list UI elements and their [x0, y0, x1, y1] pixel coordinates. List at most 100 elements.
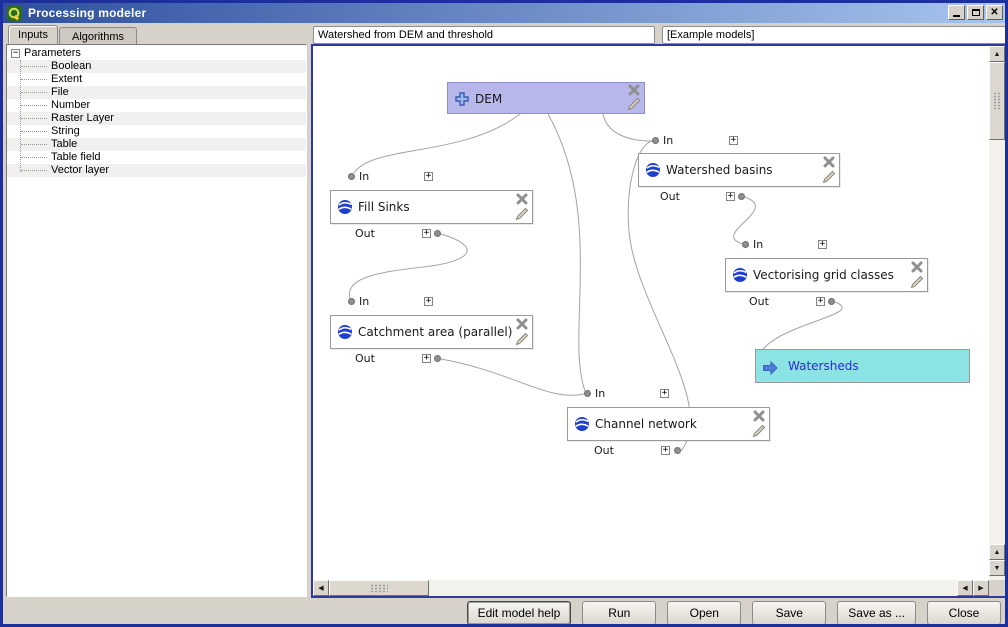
channel-network-node[interactable]: Channel network — [567, 407, 770, 441]
v-scroll-thumb[interactable] — [989, 62, 1005, 140]
v-scroll-down-button[interactable]: ▼ — [989, 560, 1005, 576]
thumb-grip — [370, 584, 388, 593]
dialog-close-button[interactable]: Close — [927, 601, 1001, 625]
h-scroll-left-button[interactable]: ◀ — [313, 580, 329, 596]
run-button[interactable]: Run — [582, 601, 656, 625]
catchment-out-dot — [434, 355, 441, 362]
node-label: Catchment area (parallel) — [358, 316, 512, 348]
close-icon: ✕ — [990, 8, 998, 18]
watershed-basins-out-label: Out — [660, 191, 680, 203]
dem-node[interactable]: DEM — [447, 82, 645, 114]
fill-sinks-out-expand-button[interactable]: + — [422, 229, 431, 238]
open-button[interactable]: Open — [667, 601, 741, 625]
tree-item-file[interactable]: File — [7, 86, 306, 99]
watersheds-node[interactable]: Watersheds — [755, 349, 970, 383]
edit-model-help-button[interactable]: Edit model help — [467, 601, 572, 625]
edit-pencil-icon[interactable] — [515, 332, 529, 346]
model-canvas[interactable]: DEM In + Fill Sinks Out + In — [311, 44, 1007, 598]
h-scroll-left-button-2[interactable]: ◀ — [957, 580, 973, 596]
node-label: Channel network — [595, 408, 697, 440]
minimize-button[interactable] — [948, 5, 965, 20]
edit-pencil-icon[interactable] — [627, 97, 641, 111]
channel-network-in-expand-button[interactable]: + — [660, 389, 669, 398]
delete-icon[interactable] — [515, 192, 529, 206]
tree-item-table-field[interactable]: Table field — [7, 151, 306, 164]
model-draw-layer[interactable]: DEM In + Fill Sinks Out + In — [313, 46, 989, 580]
collapse-expander-icon[interactable]: − — [11, 49, 20, 58]
maximize-button[interactable] — [967, 5, 984, 20]
save-as-button[interactable]: Save as ... — [837, 601, 916, 625]
delete-icon[interactable] — [627, 83, 641, 97]
catchment-in-label: In — [359, 296, 369, 308]
channel-network-out-expand-button[interactable]: + — [661, 446, 670, 455]
window-close-button[interactable]: ✕ — [986, 5, 1003, 20]
v-scrollbar[interactable]: ▲ ▲ ▼ — [989, 46, 1005, 580]
catchment-area-node[interactable]: Catchment area (parallel) — [330, 315, 533, 349]
edit-pencil-icon[interactable] — [822, 170, 836, 184]
processing-modeler-window: Processing modeler ✕ Inputs Algorithms −… — [0, 0, 1008, 627]
channel-network-in-dot — [584, 390, 591, 397]
watershed-basins-out-dot — [738, 193, 745, 200]
catchment-out-expand-button[interactable]: + — [422, 354, 431, 363]
watershed-basins-in-expand-button[interactable]: + — [729, 136, 738, 145]
node-label: DEM — [475, 83, 502, 115]
model-name-input[interactable] — [313, 26, 655, 44]
fill-sinks-out-label: Out — [355, 228, 375, 240]
watershed-basins-node[interactable]: Watershed basins — [638, 153, 840, 187]
fill-sinks-in-expand-button[interactable]: + — [424, 172, 433, 181]
saga-icon — [645, 162, 661, 178]
vectorising-in-dot — [742, 241, 749, 248]
fill-sinks-out-dot — [434, 230, 441, 237]
h-scrollbar[interactable]: ◀ ◀ ▶ — [313, 580, 989, 596]
edit-pencil-icon[interactable] — [515, 207, 529, 221]
delete-icon[interactable] — [910, 260, 924, 274]
delete-icon[interactable] — [515, 317, 529, 331]
tree-item-boolean[interactable]: Boolean — [7, 60, 306, 73]
v-scroll-up-button-2[interactable]: ▲ — [989, 544, 1005, 560]
catchment-out-label: Out — [355, 353, 375, 365]
fill-sinks-in-dot — [348, 173, 355, 180]
catchment-in-dot — [348, 298, 355, 305]
window-title: Processing modeler — [28, 6, 146, 20]
fill-sinks-node[interactable]: Fill Sinks — [330, 190, 533, 224]
tree-stub — [21, 131, 47, 132]
catchment-in-expand-button[interactable]: + — [424, 297, 433, 306]
tree-item-string[interactable]: String — [7, 125, 306, 138]
save-button[interactable]: Save — [752, 601, 826, 625]
tree-item-table[interactable]: Table — [7, 138, 306, 151]
tree-item-number[interactable]: Number — [7, 99, 306, 112]
edit-pencil-icon[interactable] — [910, 275, 924, 289]
delete-icon[interactable] — [822, 155, 836, 169]
saga-icon — [337, 324, 353, 340]
scrollbar-corner — [989, 580, 1005, 596]
tree-item-vector-layer[interactable]: Vector layer — [7, 164, 306, 177]
tree-stub — [21, 92, 47, 93]
channel-network-out-dot — [674, 447, 681, 454]
delete-icon[interactable] — [752, 409, 766, 423]
minimize-icon — [953, 15, 960, 17]
qgis-app-icon — [7, 6, 22, 21]
connections-layer — [313, 46, 989, 580]
edit-pencil-icon[interactable] — [752, 424, 766, 438]
node-label: Watersheds — [788, 350, 859, 382]
tree-item-raster-layer[interactable]: Raster Layer — [7, 112, 306, 125]
vectorising-out-expand-button[interactable]: + — [816, 297, 825, 306]
parameters-tree: −Parameters Boolean Extent File Number R… — [6, 44, 307, 597]
h-scroll-right-button[interactable]: ▶ — [973, 580, 989, 596]
tree-guide-line — [20, 60, 21, 172]
watershed-basins-out-expand-button[interactable]: + — [726, 192, 735, 201]
tree-item-extent[interactable]: Extent — [7, 73, 306, 86]
vectorising-in-expand-button[interactable]: + — [818, 240, 827, 249]
watershed-basins-in-label: In — [663, 135, 673, 147]
title-bar[interactable]: Processing modeler ✕ — [3, 3, 1005, 23]
tab-inputs[interactable]: Inputs — [8, 25, 58, 44]
h-scroll-thumb[interactable] — [329, 580, 429, 596]
tree-stub — [21, 66, 47, 67]
tree-item-parameters[interactable]: −Parameters — [7, 47, 306, 60]
model-group-input[interactable] — [662, 26, 1006, 44]
saga-icon — [337, 199, 353, 215]
plus-icon — [454, 91, 470, 107]
tab-algorithms[interactable]: Algorithms — [59, 27, 137, 44]
v-scroll-up-button[interactable]: ▲ — [989, 46, 1005, 62]
vectorising-grid-classes-node[interactable]: Vectorising grid classes — [725, 258, 928, 292]
